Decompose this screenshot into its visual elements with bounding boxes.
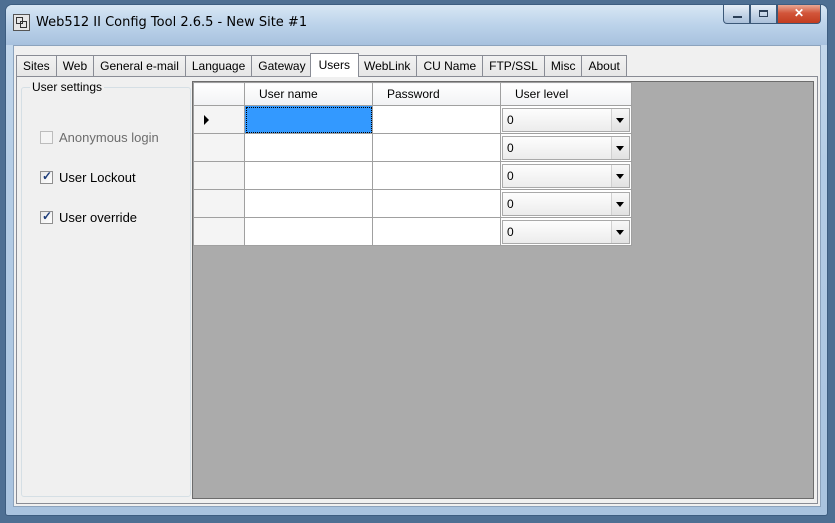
dropdown-arrow-icon[interactable] [611,108,629,131]
tab-misc[interactable]: Misc [543,55,582,76]
users-table: User name Password User level 0 0 0 0 0 [193,82,632,246]
users-grid[interactable]: User name Password User level 0 0 0 0 0 [192,81,814,499]
user-lockout-checkbox[interactable] [40,169,53,184]
user-lockout-option: User Lockout [40,169,136,185]
user-settings-group: User settings Anonymous login User Locko… [21,80,191,497]
tab-sites[interactable]: Sites [16,55,56,76]
row-header[interactable] [193,105,245,134]
anonymous-login-option: Anonymous login [40,130,159,145]
password-cell[interactable] [372,161,501,190]
user-level-value: 0 [507,168,514,183]
password-cell[interactable] [372,189,501,218]
user-level-cell: 0 [500,133,632,162]
tab-cu-name[interactable]: CU Name [416,55,483,76]
password-cell[interactable] [372,217,501,246]
row-header[interactable] [193,217,245,246]
user-level-value: 0 [507,112,514,127]
close-button[interactable] [777,5,821,24]
tab-general-email[interactable]: General e-mail [93,55,185,76]
title-bar[interactable]: Web512 II Config Tool 2.6.5 - New Site #… [6,5,827,45]
table-row: 0 [193,217,632,246]
user-level-dropdown[interactable]: 0 [502,219,630,244]
column-header-user-level[interactable]: User level [500,82,632,106]
current-row-arrow-icon [204,115,209,125]
tab-ftp-ssl[interactable]: FTP/SSL [482,55,544,76]
user-name-cell[interactable] [244,217,373,246]
caption-buttons [723,5,821,25]
user-level-value: 0 [507,196,514,211]
user-level-cell: 0 [500,161,632,190]
user-override-checkbox[interactable] [40,209,53,224]
user-lockout-label[interactable]: User Lockout [59,170,136,185]
table-row: 0 [193,189,632,218]
table-row: 0 [193,133,632,162]
column-header-password[interactable]: Password [372,82,501,106]
tab-language[interactable]: Language [184,55,252,76]
table-row: 0 [193,105,632,134]
users-tab-page: User settings Anonymous login User Locko… [16,76,818,504]
row-header[interactable] [193,161,245,190]
dropdown-arrow-icon[interactable] [611,192,629,215]
table-row: 0 [193,161,632,190]
grid-header-row: User name Password User level [193,82,632,106]
user-level-dropdown[interactable]: 0 [502,107,630,132]
grid-app-icon[interactable] [13,14,30,31]
grid-corner-header[interactable] [193,82,245,106]
user-level-cell: 0 [500,105,632,134]
window-title: Web512 II Config Tool 2.6.5 - New Site #… [36,15,308,30]
tab-gateway[interactable]: Gateway [251,55,312,76]
user-override-label[interactable]: User override [59,210,137,225]
dropdown-arrow-icon[interactable] [611,136,629,159]
password-cell[interactable] [372,133,501,162]
dropdown-arrow-icon[interactable] [611,164,629,187]
anonymous-login-checkbox[interactable] [40,131,53,144]
maximize-button[interactable] [750,5,777,24]
user-name-cell[interactable] [244,161,373,190]
tab-weblink[interactable]: WebLink [356,55,417,76]
user-level-value: 0 [507,140,514,155]
user-level-dropdown[interactable]: 0 [502,135,630,160]
anonymous-login-label: Anonymous login [59,130,159,145]
user-level-dropdown[interactable]: 0 [502,163,630,188]
row-header[interactable] [193,133,245,162]
user-settings-title: User settings [30,80,105,94]
column-header-user-name[interactable]: User name [244,82,373,106]
user-level-cell: 0 [500,189,632,218]
user-name-cell[interactable] [244,189,373,218]
dropdown-arrow-icon[interactable] [611,220,629,243]
password-cell[interactable] [372,105,501,134]
tab-web[interactable]: Web [55,55,94,76]
row-header[interactable] [193,189,245,218]
user-name-cell[interactable] [244,133,373,162]
tab-about[interactable]: About [581,55,627,76]
minimize-button[interactable] [723,5,750,24]
client-area: Sites Web General e-mail Language Gatewa… [13,45,821,507]
user-level-cell: 0 [500,217,632,246]
user-name-cell[interactable] [244,105,373,134]
tab-strip: Sites Web General e-mail Language Gatewa… [16,53,627,77]
user-level-dropdown[interactable]: 0 [502,191,630,216]
user-level-value: 0 [507,224,514,239]
app-window: Web512 II Config Tool 2.6.5 - New Site #… [5,4,828,516]
tab-users[interactable]: Users [309,53,359,77]
user-override-option: User override [40,209,137,225]
